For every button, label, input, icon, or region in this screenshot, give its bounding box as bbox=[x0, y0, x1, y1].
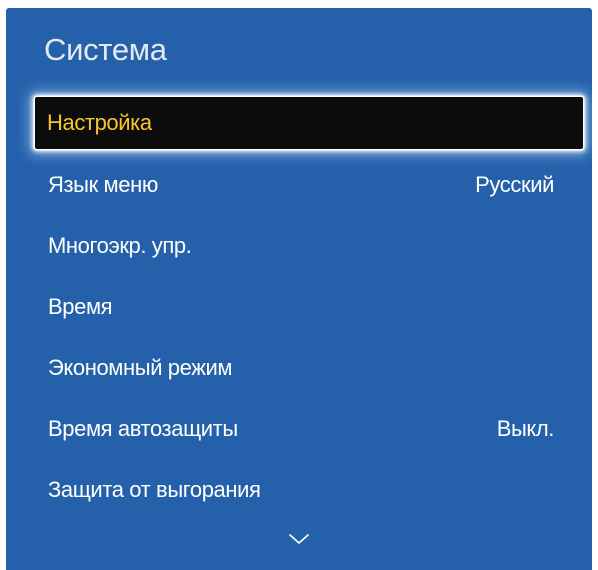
menu-item-value: Выкл. bbox=[496, 415, 555, 441]
chevron-down-icon[interactable] bbox=[287, 532, 311, 546]
menu-item-value: Русский bbox=[475, 171, 554, 197]
menu-item-setup[interactable]: Настройка bbox=[35, 97, 583, 149]
system-menu-panel: Система Настройка Язык меню Русский Мног… bbox=[6, 8, 592, 570]
menu-item-label: Многоэкр. упр. bbox=[48, 232, 192, 258]
menu-item-time[interactable]: Время bbox=[6, 276, 592, 337]
menu-item-label: Язык меню bbox=[48, 171, 158, 197]
menu-title: Система bbox=[44, 32, 167, 67]
menu-item-burn-protection[interactable]: Защита от выгорания bbox=[6, 459, 592, 520]
menu-item-label: Защита от выгорания bbox=[48, 476, 261, 502]
menu-item-eco-mode[interactable]: Экономный режим bbox=[6, 337, 592, 398]
menu-item-label: Время автозащиты bbox=[48, 415, 238, 441]
menu-item-label: Экономный режим bbox=[48, 354, 233, 380]
menu-item-menu-language[interactable]: Язык меню Русский bbox=[6, 154, 592, 215]
menu-item-multi-screen-control[interactable]: Многоэкр. упр. bbox=[6, 215, 592, 276]
menu-item-auto-protection-time[interactable]: Время автозащиты Выкл. bbox=[6, 398, 592, 459]
menu-item-label: Настройка bbox=[47, 110, 152, 135]
menu-item-label: Время bbox=[48, 293, 113, 319]
system-menu-list: Настройка Язык меню Русский Многоэкр. уп… bbox=[6, 93, 592, 520]
